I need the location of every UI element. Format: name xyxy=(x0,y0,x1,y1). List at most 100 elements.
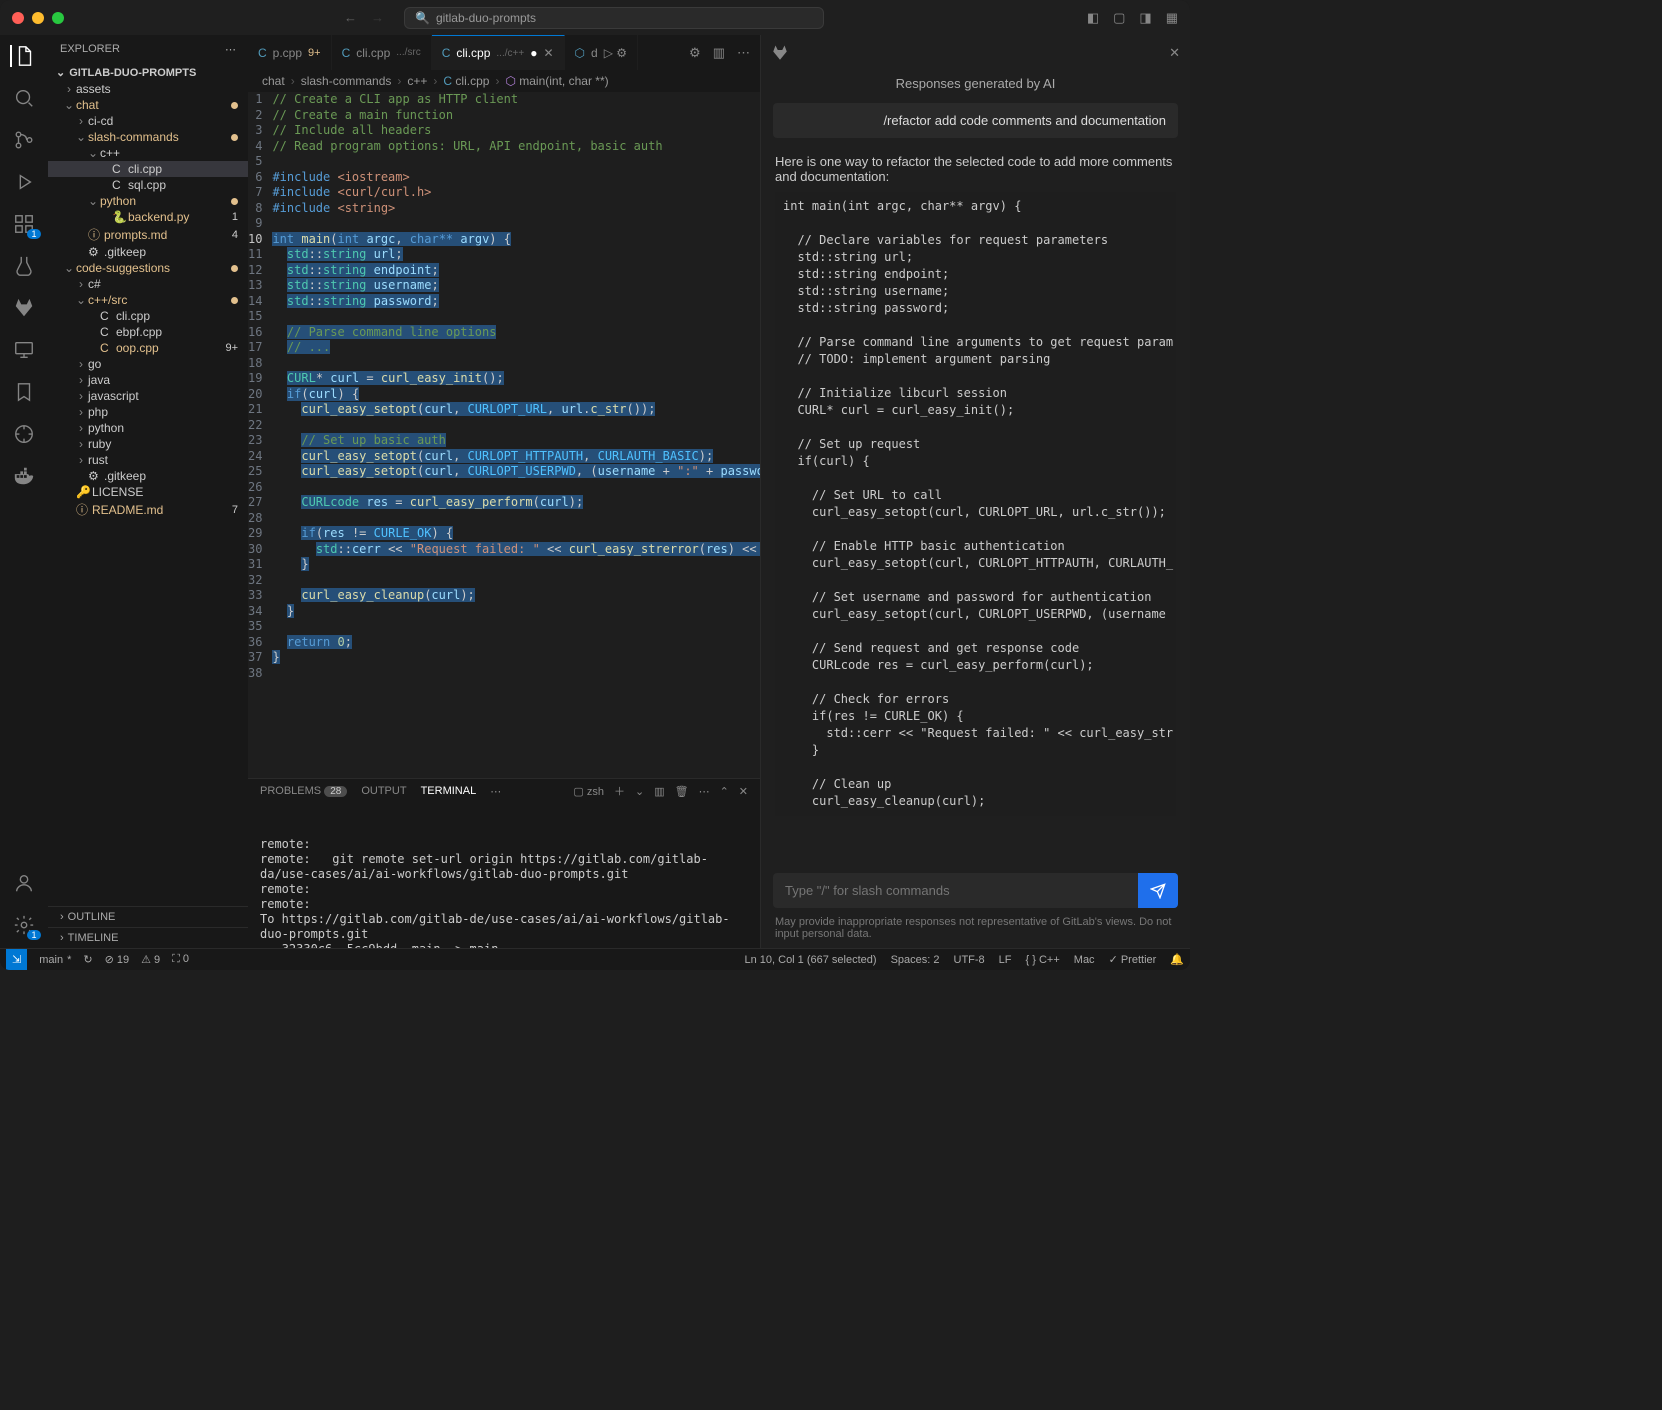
activity-explorer[interactable] xyxy=(10,45,36,67)
status-errors[interactable]: ⊘ 19 xyxy=(105,953,130,966)
folder-code-suggestions[interactable]: ⌄code-suggestions xyxy=(48,260,248,276)
folder-python[interactable]: ›python xyxy=(48,420,248,436)
file-prompts.md[interactable]: ⓘprompts.md4 xyxy=(48,225,248,244)
status-bell-icon[interactable]: 🔔 xyxy=(1170,953,1184,966)
maximize-window-button[interactable] xyxy=(52,12,64,24)
terminal-split-icon[interactable]: ▥ xyxy=(654,785,664,798)
panel-maximize-icon[interactable]: ⌃ xyxy=(720,785,729,798)
folder-c++[interactable]: ⌄c++ xyxy=(48,145,248,161)
folder-python[interactable]: ⌄python xyxy=(48,193,248,209)
ai-code-block[interactable]: int main(int argc, char** argv) { // Dec… xyxy=(775,192,1176,816)
status-ports[interactable]: ⛶ 0 xyxy=(172,953,189,966)
ai-panel-close-icon[interactable]: ✕ xyxy=(1169,45,1180,61)
close-window-button[interactable] xyxy=(12,12,24,24)
tab-cli.cpp[interactable]: Ccli.cpp.../c++ ● ✕ xyxy=(432,35,565,70)
layout-secondary-icon[interactable]: ◨ xyxy=(1139,10,1151,26)
folder-ruby[interactable]: ›ruby xyxy=(48,436,248,452)
file-.gitkeep[interactable]: ⚙.gitkeep xyxy=(48,244,248,260)
layout-panel-icon[interactable]: ▢ xyxy=(1113,10,1125,26)
file-.gitkeep[interactable]: ⚙.gitkeep xyxy=(48,468,248,484)
status-branch[interactable]: main* xyxy=(39,954,71,966)
breadcrumb[interactable]: chat›slash-commands›c++›C cli.cpp›⬡ main… xyxy=(248,70,760,92)
status-encoding[interactable]: UTF-8 xyxy=(954,954,985,966)
activity-docker[interactable] xyxy=(13,465,35,487)
ai-input[interactable] xyxy=(773,873,1138,908)
file-oop.cpp[interactable]: Coop.cpp9+ xyxy=(48,340,248,356)
outline-section[interactable]: ›OUTLINE xyxy=(48,906,248,927)
folder-java[interactable]: ›java xyxy=(48,372,248,388)
nav-back-button[interactable]: ← xyxy=(344,10,357,25)
activity-scm[interactable] xyxy=(13,129,35,151)
folder-slash-commands[interactable]: ⌄slash-commands xyxy=(48,129,248,145)
breadcrumb-segment[interactable]: c++ xyxy=(407,74,427,88)
ai-send-button[interactable] xyxy=(1138,873,1178,908)
ai-panel-icon[interactable] xyxy=(771,44,789,62)
explorer-more-icon[interactable]: ⋯ xyxy=(225,43,236,56)
status-os[interactable]: Mac xyxy=(1074,954,1095,966)
activity-search[interactable] xyxy=(13,87,35,109)
activity-remote[interactable] xyxy=(13,339,35,361)
folder-php[interactable]: ›php xyxy=(48,404,248,420)
file-LICENSE[interactable]: 🔑LICENSE xyxy=(48,484,248,500)
file-README.md[interactable]: ⓘREADME.md7 xyxy=(48,500,248,519)
tab-close-icon[interactable]: ✕ xyxy=(543,46,553,60)
code-content[interactable]: // Create a CLI app as HTTP client// Cre… xyxy=(272,92,760,778)
command-center-search[interactable]: 🔍 gitlab-duo-prompts xyxy=(404,7,824,29)
panel-tab-problems[interactable]: PROBLEMS 28 xyxy=(260,785,347,797)
breadcrumb-segment[interactable]: slash-commands xyxy=(301,74,392,88)
folder-assets[interactable]: ›assets xyxy=(48,81,248,97)
timeline-section[interactable]: ›TIMELINE xyxy=(48,927,248,948)
file-ebpf.cpp[interactable]: Cebpf.cpp xyxy=(48,324,248,340)
status-prettier[interactable]: ✓ Prettier xyxy=(1109,953,1157,966)
file-sql.cpp[interactable]: Csql.cpp xyxy=(48,177,248,193)
file-cli.cpp[interactable]: Ccli.cpp xyxy=(48,161,248,177)
breadcrumb-segment[interactable]: ⬡ main(int, char **) xyxy=(505,74,608,88)
run-icon[interactable]: ▷ ⚙ xyxy=(604,46,627,60)
folder-c#[interactable]: ›c# xyxy=(48,276,248,292)
terminal-output[interactable]: remote: remote: git remote set-url origi… xyxy=(248,803,760,948)
folder-rust[interactable]: ›rust xyxy=(48,452,248,468)
panel-tab-output[interactable]: OUTPUT xyxy=(361,785,406,797)
terminal-dropdown-icon[interactable]: ⌄ xyxy=(635,785,644,798)
folder-chat[interactable]: ⌄chat xyxy=(48,97,248,113)
tab-d[interactable]: ⬡d ▷ ⚙ xyxy=(565,35,639,70)
breadcrumb-segment[interactable]: chat xyxy=(262,74,285,88)
layout-primary-icon[interactable]: ◧ xyxy=(1087,10,1099,26)
folder-javascript[interactable]: ›javascript xyxy=(48,388,248,404)
layout-customize-icon[interactable]: ▦ xyxy=(1166,10,1178,26)
explorer-root[interactable]: ⌄GITLAB-DUO-PROMPTS xyxy=(48,64,248,81)
breadcrumb-segment[interactable]: C cli.cpp xyxy=(443,74,489,88)
status-cursor[interactable]: Ln 10, Col 1 (667 selected) xyxy=(744,954,876,966)
terminal-new-icon[interactable]: ＋ xyxy=(614,783,625,799)
folder-ci-cd[interactable]: ›ci-cd xyxy=(48,113,248,129)
activity-account[interactable] xyxy=(13,872,35,894)
panel-close-icon[interactable]: ✕ xyxy=(739,785,748,798)
status-lang[interactable]: { } C++ xyxy=(1026,954,1060,966)
status-warnings[interactable]: ⚠ 9 xyxy=(141,953,160,966)
folder-go[interactable]: ›go xyxy=(48,356,248,372)
file-backend.py[interactable]: 🐍backend.py1 xyxy=(48,209,248,225)
activity-settings[interactable]: 1 xyxy=(13,914,35,936)
folder-c++/src[interactable]: ⌄c++/src xyxy=(48,292,248,308)
activity-run[interactable] xyxy=(13,171,35,193)
status-eol[interactable]: LF xyxy=(999,954,1012,966)
file-cli.cpp[interactable]: Ccli.cpp xyxy=(48,308,248,324)
status-sync[interactable]: ↻ xyxy=(83,953,92,966)
activity-extensions[interactable]: 1 xyxy=(13,213,35,235)
status-spaces[interactable]: Spaces: 2 xyxy=(891,954,940,966)
activity-gitlab[interactable] xyxy=(13,297,35,319)
panel-tab-terminal[interactable]: TERMINAL xyxy=(421,785,477,797)
activity-testing[interactable] xyxy=(13,255,35,277)
terminal-kill-icon[interactable]: 🗑 xyxy=(675,785,689,798)
split-editor-icon[interactable]: ▥ xyxy=(713,45,725,61)
panel-more-icon[interactable]: ⋯ xyxy=(490,785,501,798)
code-editor[interactable]: 1234567891011121314151617181920212223242… xyxy=(248,92,760,778)
editor-more-icon[interactable]: ⋯ xyxy=(737,45,750,61)
tab-p.cpp[interactable]: Cp.cpp9+ xyxy=(248,35,332,70)
minimize-window-button[interactable] xyxy=(32,12,44,24)
terminal-shell-icon[interactable]: ▢ zsh xyxy=(573,785,604,798)
status-remote-button[interactable]: ⇲ xyxy=(6,949,27,971)
activity-bookmark[interactable] xyxy=(13,381,35,403)
panel-more-actions-icon[interactable]: ⋯ xyxy=(699,785,710,798)
activity-target[interactable] xyxy=(13,423,35,445)
